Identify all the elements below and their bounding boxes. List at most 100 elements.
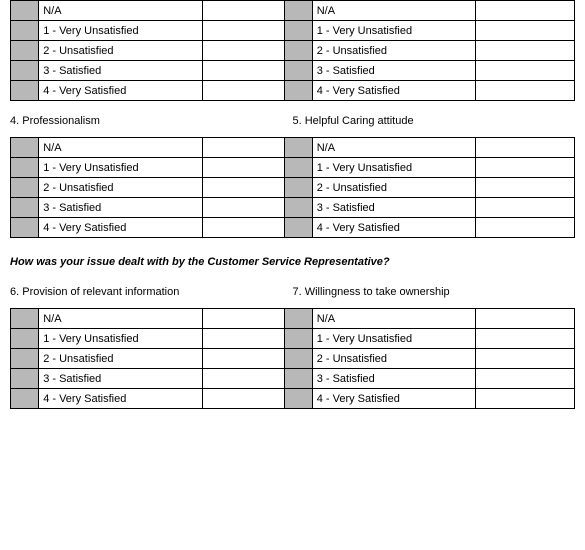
rating-label: 1 - Very Unsatisfied xyxy=(312,21,476,41)
question-6-label: 6. Provision of relevant information xyxy=(10,286,293,298)
rating-blank-cell[interactable] xyxy=(202,1,284,21)
rating-checkbox-cell[interactable] xyxy=(284,1,312,21)
rating-checkbox-cell[interactable] xyxy=(11,329,39,349)
rating-label: 4 - Very Satisfied xyxy=(312,389,476,409)
rating-table-block-1: N/A N/A 1 - Very Unsatisfied 1 - Very Un… xyxy=(10,0,575,101)
rating-label: N/A xyxy=(39,1,203,21)
rating-label: 3 - Satisfied xyxy=(39,369,203,389)
rating-blank-cell[interactable] xyxy=(476,138,575,158)
rating-checkbox-cell[interactable] xyxy=(284,218,312,238)
table-row: N/A N/A xyxy=(11,309,575,329)
rating-checkbox-cell[interactable] xyxy=(11,369,39,389)
rating-blank-cell[interactable] xyxy=(202,138,284,158)
rating-blank-cell[interactable] xyxy=(202,81,284,101)
rating-label: 1 - Very Unsatisfied xyxy=(312,329,476,349)
rating-checkbox-cell[interactable] xyxy=(11,158,39,178)
rating-label: 4 - Very Satisfied xyxy=(39,389,203,409)
rating-blank-cell[interactable] xyxy=(202,349,284,369)
rating-blank-cell[interactable] xyxy=(202,369,284,389)
rating-checkbox-cell[interactable] xyxy=(284,41,312,61)
rating-checkbox-cell[interactable] xyxy=(284,349,312,369)
rating-blank-cell[interactable] xyxy=(476,21,575,41)
rating-label: 1 - Very Unsatisfied xyxy=(39,329,203,349)
question-row-6-7: 6. Provision of relevant information 7. … xyxy=(10,272,575,308)
rating-blank-cell[interactable] xyxy=(202,198,284,218)
rating-checkbox-cell[interactable] xyxy=(284,309,312,329)
rating-checkbox-cell[interactable] xyxy=(11,81,39,101)
table-row: 1 - Very Unsatisfied 1 - Very Unsatisfie… xyxy=(11,158,575,178)
rating-checkbox-cell[interactable] xyxy=(284,369,312,389)
rating-label: 1 - Very Unsatisfied xyxy=(39,21,203,41)
rating-table-block-3: N/A N/A 1 - Very Unsatisfied 1 - Very Un… xyxy=(10,308,575,409)
rating-checkbox-cell[interactable] xyxy=(11,138,39,158)
rating-label: 2 - Unsatisfied xyxy=(312,41,476,61)
rating-label: N/A xyxy=(39,138,203,158)
rating-checkbox-cell[interactable] xyxy=(284,158,312,178)
rating-checkbox-cell[interactable] xyxy=(11,309,39,329)
rating-label: 3 - Satisfied xyxy=(312,61,476,81)
rating-blank-cell[interactable] xyxy=(202,218,284,238)
rating-label: 4 - Very Satisfied xyxy=(39,218,203,238)
rating-checkbox-cell[interactable] xyxy=(284,389,312,409)
rating-blank-cell[interactable] xyxy=(202,178,284,198)
rating-blank-cell[interactable] xyxy=(476,61,575,81)
rating-checkbox-cell[interactable] xyxy=(11,178,39,198)
rating-blank-cell[interactable] xyxy=(476,218,575,238)
rating-checkbox-cell[interactable] xyxy=(11,218,39,238)
rating-blank-cell[interactable] xyxy=(476,389,575,409)
rating-label: 2 - Unsatisfied xyxy=(312,349,476,369)
rating-checkbox-cell[interactable] xyxy=(11,389,39,409)
rating-blank-cell[interactable] xyxy=(476,158,575,178)
rating-blank-cell[interactable] xyxy=(202,21,284,41)
rating-checkbox-cell[interactable] xyxy=(284,61,312,81)
rating-label: N/A xyxy=(39,309,203,329)
rating-checkbox-cell[interactable] xyxy=(11,1,39,21)
rating-checkbox-cell[interactable] xyxy=(284,81,312,101)
rating-checkbox-cell[interactable] xyxy=(11,198,39,218)
table-row: 2 - Unsatisfied 2 - Unsatisfied xyxy=(11,178,575,198)
rating-checkbox-cell[interactable] xyxy=(284,329,312,349)
rating-blank-cell[interactable] xyxy=(476,178,575,198)
table-row: 4 - Very Satisfied 4 - Very Satisfied xyxy=(11,218,575,238)
rating-checkbox-cell[interactable] xyxy=(11,41,39,61)
rating-blank-cell[interactable] xyxy=(476,81,575,101)
rating-checkbox-cell[interactable] xyxy=(284,21,312,41)
rating-checkbox-cell[interactable] xyxy=(284,178,312,198)
rating-label: 2 - Unsatisfied xyxy=(39,349,203,369)
question-4-label: 4. Professionalism xyxy=(10,115,293,127)
table-row: N/A N/A xyxy=(11,1,575,21)
rating-blank-cell[interactable] xyxy=(202,61,284,81)
rating-checkbox-cell[interactable] xyxy=(11,349,39,369)
rating-blank-cell[interactable] xyxy=(476,329,575,349)
rating-checkbox-cell[interactable] xyxy=(11,21,39,41)
rating-blank-cell[interactable] xyxy=(476,349,575,369)
rating-label: 2 - Unsatisfied xyxy=(39,178,203,198)
rating-blank-cell[interactable] xyxy=(476,1,575,21)
table-row: 1 - Very Unsatisfied 1 - Very Unsatisfie… xyxy=(11,329,575,349)
rating-blank-cell[interactable] xyxy=(476,41,575,61)
table-row: 1 - Very Unsatisfied 1 - Very Unsatisfie… xyxy=(11,21,575,41)
rating-label: 1 - Very Unsatisfied xyxy=(312,158,476,178)
rating-label: N/A xyxy=(312,309,476,329)
rating-checkbox-cell[interactable] xyxy=(11,61,39,81)
table-row: 2 - Unsatisfied 2 - Unsatisfied xyxy=(11,41,575,61)
section-heading: How was your issue dealt with by the Cus… xyxy=(10,238,575,272)
rating-blank-cell[interactable] xyxy=(202,309,284,329)
rating-blank-cell[interactable] xyxy=(202,389,284,409)
table-row: 3 - Satisfied 3 - Satisfied xyxy=(11,369,575,389)
table-row: N/A N/A xyxy=(11,138,575,158)
rating-checkbox-cell[interactable] xyxy=(284,138,312,158)
rating-label: 3 - Satisfied xyxy=(39,198,203,218)
rating-label: 2 - Unsatisfied xyxy=(39,41,203,61)
rating-blank-cell[interactable] xyxy=(476,369,575,389)
table-row: 3 - Satisfied 3 - Satisfied xyxy=(11,61,575,81)
rating-blank-cell[interactable] xyxy=(202,41,284,61)
rating-blank-cell[interactable] xyxy=(202,158,284,178)
rating-checkbox-cell[interactable] xyxy=(284,198,312,218)
table-row: 4 - Very Satisfied 4 - Very Satisfied xyxy=(11,389,575,409)
rating-blank-cell[interactable] xyxy=(202,329,284,349)
question-row-4-5: 4. Professionalism 5. Helpful Caring att… xyxy=(10,101,575,137)
rating-blank-cell[interactable] xyxy=(476,198,575,218)
table-row: 4 - Very Satisfied 4 - Very Satisfied xyxy=(11,81,575,101)
rating-blank-cell[interactable] xyxy=(476,309,575,329)
